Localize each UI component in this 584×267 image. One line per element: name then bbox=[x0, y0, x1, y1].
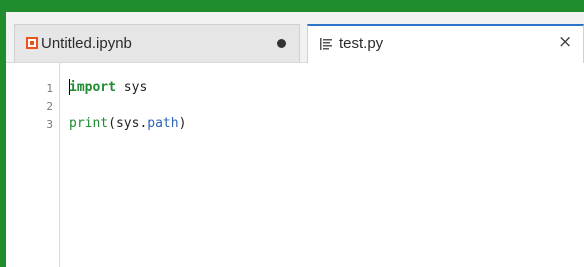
tab-test-py[interactable]: test.py × bbox=[307, 24, 584, 63]
code-line-1[interactable]: import sys bbox=[69, 80, 147, 95]
close-icon[interactable]: × bbox=[558, 32, 572, 52]
tab-label: Untitled.ipynb bbox=[41, 35, 132, 52]
tab-untitled-ipynb[interactable]: Untitled.ipynb bbox=[14, 24, 300, 62]
file-lines-icon bbox=[320, 38, 332, 50]
notebook-icon bbox=[26, 37, 38, 49]
line-number: 3 bbox=[46, 118, 53, 131]
line-number: 1 bbox=[46, 82, 53, 95]
code-token: sys bbox=[115, 80, 148, 95]
code-token: (sys. bbox=[108, 116, 148, 131]
builtin-token: print bbox=[69, 116, 109, 131]
line-number: 2 bbox=[46, 100, 53, 113]
tab-label: test.py bbox=[339, 35, 384, 52]
code-editor[interactable]: 1 2 3 import sys print(sys.path) bbox=[6, 63, 584, 267]
attribute-token: path bbox=[147, 116, 179, 131]
keyword-token: import bbox=[69, 80, 116, 95]
line-number-gutter: 1 2 3 bbox=[6, 63, 60, 267]
unsaved-dot-icon[interactable] bbox=[277, 39, 286, 48]
code-line-3[interactable]: print(sys.path) bbox=[69, 116, 186, 131]
tab-bar: Untitled.ipynb test.py × bbox=[6, 12, 584, 63]
code-token: ) bbox=[178, 116, 187, 131]
